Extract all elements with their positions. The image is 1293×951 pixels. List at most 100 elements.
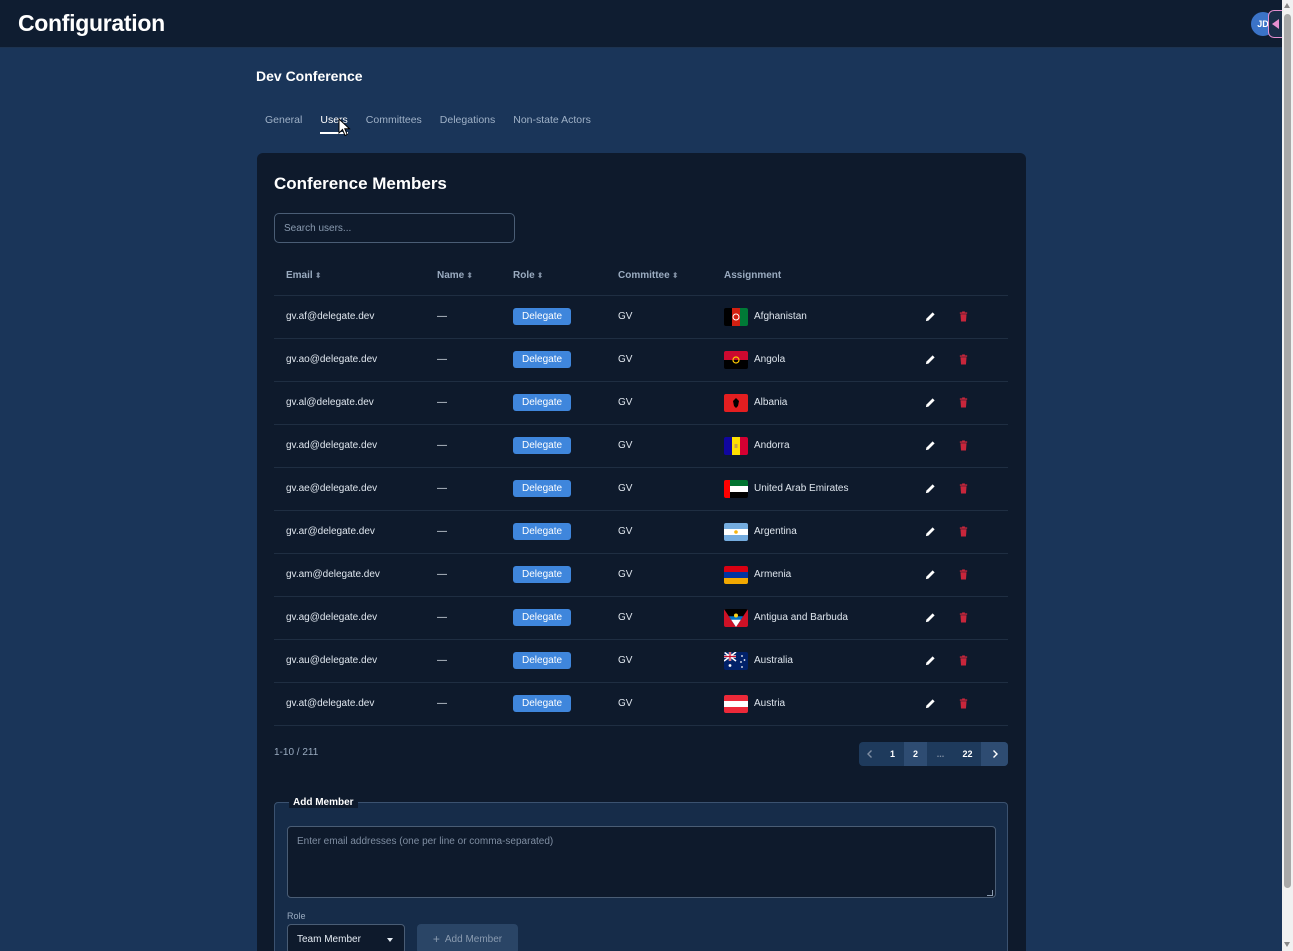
caret-down-icon [387,938,393,942]
tab-non-state-actors[interactable]: Non-state Actors [504,112,600,134]
page-button-2[interactable]: 2 [904,742,927,766]
flag-ad-icon [724,436,748,455]
table-row: gv.ad@delegate.dev — Delegate GV Andorra [274,424,1008,468]
tab-delegations[interactable]: Delegations [431,112,504,134]
config-tabs: General Users Committees Delegations Non… [256,112,600,136]
column-header-actions [911,257,1008,296]
assignment: Andorra [724,436,899,455]
role-cell: Delegate [501,381,606,425]
table-row: gv.ar@delegate.dev — Delegate GV Argentina [274,510,1008,554]
column-role-label: Role [513,270,535,282]
flag-at-icon [724,694,748,713]
delete-button[interactable] [956,525,970,539]
app-title: Configuration [18,10,165,36]
scroll-thumb[interactable] [1284,14,1291,888]
assignment: Antigua and Barbuda [724,608,899,627]
edit-button[interactable] [923,310,937,324]
delete-button[interactable] [956,396,970,410]
page-ellipsis: ... [936,749,945,759]
actions-cell [911,510,1008,554]
page-scrollbar[interactable] [1282,0,1293,951]
name-cell: — [425,295,501,339]
plus-icon: + [432,932,440,946]
role-cell: Delegate [501,424,606,468]
edit-button[interactable] [923,439,937,453]
edit-button[interactable] [923,611,937,625]
role-cell: Delegate [501,338,606,382]
delete-button[interactable] [956,482,970,496]
scroll-down-icon[interactable] [1284,942,1290,947]
email-addresses-input[interactable] [287,826,996,898]
edit-button[interactable] [923,654,937,668]
committee-cell: GV [606,338,712,382]
column-header-role[interactable]: Role ⬍ [501,257,606,296]
column-header-name[interactable]: Name ⬍ [425,257,501,296]
name-cell: — [425,338,501,382]
committee-cell: GV [606,682,712,726]
role-badge: Delegate [513,652,572,669]
delete-button[interactable] [956,654,970,668]
delete-button[interactable] [956,611,970,625]
column-email-label: Email [286,270,313,282]
email-cell: gv.ae@delegate.dev [274,467,425,511]
add-member-button[interactable]: + Add Member [417,924,518,951]
role-cell: Delegate [501,510,606,554]
column-header-committee[interactable]: Committee ⬍ [606,257,712,296]
trash-icon [959,526,967,537]
pencil-icon [925,398,935,408]
assignment: Angola [724,350,899,369]
add-member-button-label: Add Member [444,933,503,945]
assignment: Australia [724,651,899,670]
scroll-up-icon[interactable] [1284,3,1290,8]
assignment-label: Albania [754,397,788,408]
edit-button[interactable] [923,396,937,410]
role-badge: Delegate [513,480,572,497]
table-row: gv.af@delegate.dev — Delegate GV Afghanistan [274,295,1008,339]
pencil-icon [925,699,935,709]
edit-button[interactable] [923,482,937,496]
edit-button[interactable] [923,568,937,582]
role-badge: Delegate [513,609,572,626]
delete-button[interactable] [956,310,970,324]
prev-page-button[interactable] [859,742,881,766]
table-row: gv.am@delegate.dev — Delegate GV Armenia [274,553,1008,597]
search-users-input[interactable] [274,213,515,243]
page-button-1[interactable]: 1 [881,742,904,766]
name-cell: — [425,510,501,554]
assignment-cell: Antigua and Barbuda [712,596,911,640]
role-select[interactable]: Team Member [287,924,405,951]
column-header-email[interactable]: Email ⬍ [274,257,425,296]
delete-button[interactable] [956,439,970,453]
role-badge: Delegate [513,437,572,454]
trash-icon [959,397,967,408]
edit-button[interactable] [923,525,937,539]
delete-button[interactable] [956,568,970,582]
tab-general[interactable]: General [256,112,311,134]
name-cell: — [425,381,501,425]
edit-button[interactable] [923,697,937,711]
chevron-right-icon [992,750,998,758]
resize-grip-icon[interactable] [987,890,993,896]
next-page-button[interactable] [981,742,1008,766]
committee-cell: GV [606,510,712,554]
flag-ar-icon [724,522,748,541]
assignment-label: Australia [754,655,793,666]
flag-al-icon [724,393,748,412]
committee-cell: GV [606,553,712,597]
trash-icon [959,483,967,494]
table-row: gv.ag@delegate.dev — Delegate GV Antigua and… [274,596,1008,640]
name-cell: — [425,467,501,511]
pagination: 1 2 ... 22 [859,742,1008,766]
actions-cell [911,467,1008,511]
page-button-22[interactable]: 22 [954,742,981,766]
sort-icon: ⬍ [466,271,473,281]
delete-button[interactable] [956,353,970,367]
assignment-cell: Angola [712,338,911,382]
delete-button[interactable] [956,697,970,711]
pencil-icon [925,656,935,666]
edit-button[interactable] [923,353,937,367]
tab-committees[interactable]: Committees [357,112,431,134]
assignment-cell: Armenia [712,553,911,597]
committee-cell: GV [606,467,712,511]
pencil-icon [925,613,935,623]
